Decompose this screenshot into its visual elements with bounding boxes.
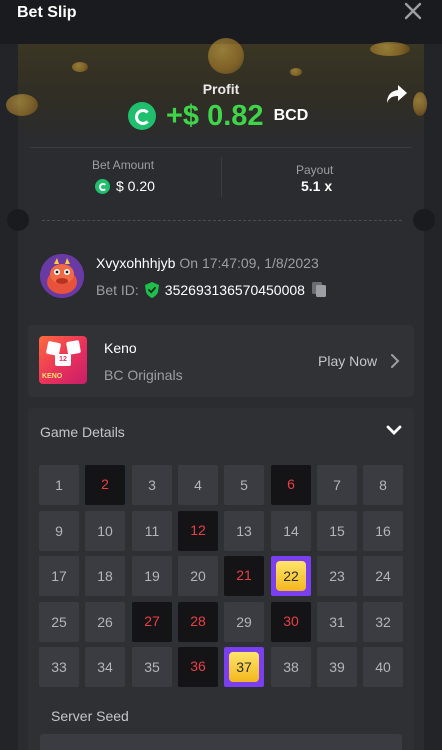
keno-cell: 25 [39,602,79,642]
ticket-dashed-divider [42,220,402,221]
keno-thumb-number: 12 [55,354,71,366]
avatar-dragon-icon [40,254,84,298]
keno-cell-picked: 30 [271,602,311,642]
keno-cell: 20 [178,556,218,596]
keno-cell: 14 [271,511,311,551]
profit-row: +$ 0.82 BCD [128,100,308,132]
keno-cell: 35 [132,647,172,687]
keno-cell: 16 [363,511,403,551]
game-link-row[interactable]: 12 KENO Keno BC Originals Play Now [28,325,414,397]
keno-cell: 7 [317,465,357,505]
payout-value: 5.1 x [301,178,333,194]
bc-coin-icon [95,178,110,194]
keno-cell: 15 [317,511,357,551]
keno-cell: 39 [317,647,357,687]
keno-cell: 3 [132,465,172,505]
close-icon[interactable] [404,2,422,20]
keno-cell: 8 [363,465,403,505]
keno-thumb-tag: KENO [42,373,63,380]
bet-amount-label: Bet Amount [92,158,155,172]
keno-cell-hit: 22 [271,556,311,596]
coin-decoration [6,94,38,116]
coin-decoration [72,62,88,72]
keno-cell: 9 [39,511,79,551]
divider [30,147,412,148]
avatar[interactable] [40,254,84,298]
bet-amount-row: $ 0.20 [95,178,155,194]
keno-cell: 4 [178,465,218,505]
game-details-title: Game Details [40,424,125,440]
keno-cell: 34 [85,647,125,687]
bet-amount-value: $ 0.20 [116,178,155,194]
bet-slip-page: Bet Slip Profit +$ 0.82 BCD Bet Amount $… [0,0,442,750]
bet-user-line: Xvyxohhhjyb On 17:47:09, 1/8/2023 [96,255,319,271]
keno-thumbnail: 12 KENO [39,336,87,384]
keno-cell: 13 [224,511,264,551]
play-now-button[interactable]: Play Now [318,353,377,369]
coin-decoration [208,38,244,74]
verified-shield-icon [144,281,159,298]
keno-cell-hit: 37 [224,647,264,687]
keno-cell-picked: 6 [271,465,311,505]
keno-cell: 1 [39,465,79,505]
keno-cell-picked: 12 [178,511,218,551]
keno-cell: 31 [317,602,357,642]
coin-decoration [290,68,302,76]
keno-cell: 11 [132,511,172,551]
username[interactable]: Xvyxohhhjyb [96,255,175,271]
bet-id-line: Bet ID: 352693136570450008 [96,281,327,298]
bet-time: On 17:47:09, 1/8/2023 [179,255,319,271]
keno-cell-picked: 21 [224,556,264,596]
divider [221,157,222,197]
copy-icon[interactable] [311,281,327,298]
keno-cell: 29 [224,602,264,642]
keno-cell-picked: 2 [85,465,125,505]
bet-id-value: 352693136570450008 [164,281,305,298]
keno-cell: 26 [85,602,125,642]
game-provider: BC Originals [104,367,183,383]
page-title: Bet Slip [17,4,77,21]
keno-cell: 40 [363,647,403,687]
chevron-right-icon [391,354,400,368]
chevron-down-icon[interactable] [386,425,402,437]
dice-icon [65,339,82,356]
keno-cell: 33 [39,647,79,687]
header: Bet Slip [0,0,442,44]
ticket-notch [7,209,29,231]
game-name: Keno [104,340,137,356]
keno-cell: 10 [85,511,125,551]
keno-cell: 17 [39,556,79,596]
keno-cell: 23 [317,556,357,596]
bet-id-label: Bet ID: [96,281,139,298]
keno-cell-picked: 36 [178,647,218,687]
keno-cell: 38 [271,647,311,687]
server-seed-field[interactable] [40,734,402,750]
ticket-notch [413,209,435,231]
payout-label: Payout [296,163,334,177]
profit-currency: BCD [273,107,309,124]
coin-decoration [370,42,410,56]
keno-cell-picked: 28 [178,602,218,642]
share-icon[interactable] [386,84,408,104]
server-seed-label: Server Seed [51,708,129,724]
keno-cell: 32 [363,602,403,642]
profit-label: Profit [202,81,240,97]
bc-coin-icon [128,102,156,130]
keno-cell: 24 [363,556,403,596]
keno-cell: 18 [85,556,125,596]
profit-value: +$ 0.82 [166,99,264,132]
keno-cell-picked: 27 [132,602,172,642]
game-details-panel: Game Details 1 2 3 4 5 6 7 8 9 10 11 12 13 14 15 16 17 18… [28,408,414,750]
keno-cell: 19 [132,556,172,596]
keno-cell: 5 [224,465,264,505]
